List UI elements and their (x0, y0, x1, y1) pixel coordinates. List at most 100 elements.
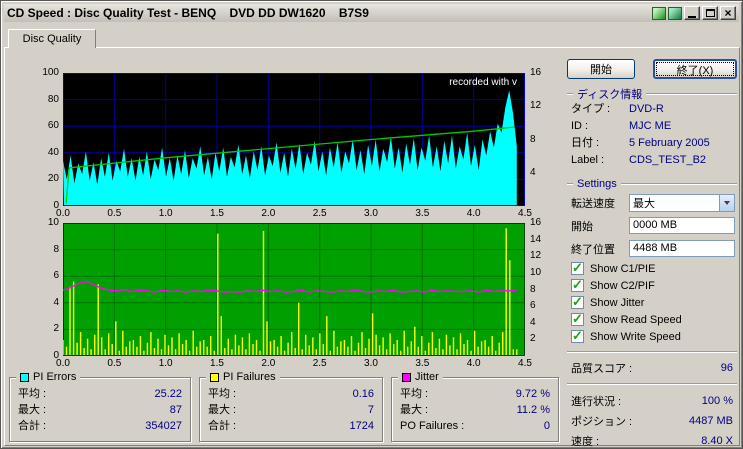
window-title: CD Speed : Disc Quality Test - BENQ DVD … (7, 6, 369, 20)
start-position-row: 開始 0000 MB (565, 214, 739, 237)
checkbox-icon: ✓ (571, 311, 584, 326)
check-icon: ✓ (572, 294, 583, 309)
row-value: 8.40 X (701, 435, 733, 447)
legend-jitter: Jitter 平均 : 9.72 % 最大 : PO Failures : 11.2 … (391, 371, 559, 442)
settings-header: Settings (565, 177, 739, 191)
start-button[interactable]: 開始 (567, 59, 635, 79)
row-label: PO Failures : (400, 420, 465, 432)
pie-chart-canvas: recorded with v (63, 73, 525, 206)
close-icon: × (724, 6, 732, 20)
row-value: 100 % (701, 395, 733, 407)
divider (567, 383, 737, 385)
legend-pi-failures: PI Failures 平均 : 0.16 最大 : 7 合計 : 1724 (199, 371, 383, 442)
divider (567, 351, 737, 353)
pif-jitter-chart-canvas (63, 223, 525, 356)
close-button[interactable]: × (720, 6, 736, 20)
exit-button[interactable]: 終了(X) (653, 59, 737, 79)
divider (620, 183, 737, 185)
row-label: 開始 (571, 220, 593, 233)
row-label: 品質スコア : (571, 363, 633, 375)
legend-row: 最大 : 7 (208, 403, 374, 419)
checkbox-label: Show Jitter (590, 296, 645, 309)
checkbox-show-read-speed[interactable]: ✓ Show Read Speed (565, 311, 739, 328)
row-value: 1724 (349, 420, 374, 432)
legend-row: 合計 : 1724 (208, 419, 374, 435)
row-value: 4487 MB (688, 415, 733, 427)
row-label: 最大 : (18, 404, 47, 416)
quality-score-value: 96 (720, 362, 733, 374)
legend-pi-failures-title: PI Failures (206, 371, 280, 383)
end-position-input[interactable]: 4488 MB (629, 240, 735, 257)
row-label: 進行状況 : (571, 396, 622, 408)
settings-header-label: Settings (577, 178, 617, 190)
row-label: 最大 : (400, 404, 429, 416)
speed-select[interactable]: 最大 (629, 193, 735, 212)
divider (567, 93, 573, 95)
pi-failures-swatch-icon (210, 372, 219, 382)
legend-title: PI Failures (223, 371, 276, 383)
row-label: 平均 : (400, 388, 429, 400)
row-label: 終了位置 (571, 243, 615, 256)
row-value: 25.22 (154, 388, 182, 400)
row-label: ポジション : (571, 416, 633, 428)
legend-row: 合計 : 354027 (18, 419, 182, 435)
row-value: 11.2 % (516, 404, 550, 416)
quality-score-row: 品質スコア : 96 (565, 359, 739, 377)
speed-row: 転送速度 最大 (565, 191, 739, 214)
legend-row: 平均 : 0.16 (208, 387, 374, 403)
svg-text:recorded with v: recorded with v (449, 77, 517, 88)
maximize-button[interactable] (702, 6, 718, 20)
disc-info-header: ディスク情報 (565, 87, 739, 101)
minimize-button[interactable] (684, 6, 700, 20)
row-value: 9.72 % (515, 388, 550, 400)
start-position-input[interactable]: 0000 MB (629, 217, 735, 234)
legend-row: 平均 : 9.72 % (400, 387, 550, 403)
checkbox-label: Show C1/PIE (590, 262, 656, 275)
row-label: 最大 : (208, 404, 237, 416)
row-value: DVD-R (629, 103, 664, 115)
cdspeed-logo-icon-2[interactable] (668, 6, 682, 20)
row-label: 平均 : (18, 388, 47, 400)
tab-label: Disc Quality (22, 33, 82, 45)
row-value: 0 (543, 420, 550, 432)
legend-row: 最大 : 87 (18, 403, 182, 419)
checkbox-show-c2pif[interactable]: ✓ Show C2/PIF (565, 277, 739, 294)
row-value: MJC ME (629, 120, 672, 132)
checkbox-label: Show Write Speed (590, 330, 681, 343)
check-icon: ✓ (572, 260, 583, 275)
row-label: Label : (571, 154, 605, 166)
combo-arrow-button[interactable] (719, 194, 734, 211)
row-value: 5 February 2005 (629, 137, 710, 149)
pi-errors-swatch-icon (20, 372, 29, 382)
position-row: ポジション : 4487 MB (565, 411, 739, 431)
row-label: ID : (571, 120, 589, 132)
pie-chart: recorded with v (63, 73, 525, 206)
checkbox-show-c1pie[interactable]: ✓ Show C1/PIE (565, 260, 739, 277)
checkbox-show-write-speed[interactable]: ✓ Show Write Speed (565, 328, 739, 345)
legend-jitter-title: Jitter (398, 371, 443, 383)
row-label: タイプ : (571, 103, 611, 115)
row-value: 354027 (145, 420, 182, 432)
row-value: 87 (169, 404, 182, 416)
legend-pi-errors: PI Errors 平均 : 25.22 最大 : 87 合計 : 354027 (9, 371, 191, 442)
row-label: 合計 : (18, 420, 47, 432)
check-icon: ✓ (572, 328, 583, 343)
tab-disc-quality[interactable]: Disc Quality (8, 29, 96, 48)
checkbox-label: Show Read Speed (590, 313, 682, 326)
progress-row: 進行状況 : 100 % (565, 391, 739, 411)
checkbox-label: Show C2/PIF (590, 279, 655, 292)
checkbox-show-jitter[interactable]: ✓ Show Jitter (565, 294, 739, 311)
row-label: 日付 : (571, 137, 600, 149)
title-bar[interactable]: CD Speed : Disc Quality Test - BENQ DVD … (4, 4, 739, 22)
disc-date-row: 日付 : 5 February 2005 (565, 135, 739, 152)
checkbox-icon: ✓ (571, 277, 584, 292)
divider (567, 183, 573, 185)
end-position-row: 終了位置 4488 MB (565, 237, 739, 260)
chevron-down-icon (724, 200, 730, 205)
checkbox-icon: ✓ (571, 294, 584, 309)
jitter-swatch-icon (402, 372, 411, 382)
cdspeed-logo-icon[interactable] (652, 6, 666, 20)
legend-row: PO Failures : 0 (400, 419, 550, 435)
minimize-icon (688, 15, 696, 18)
disc-id-row: ID : MJC ME (565, 118, 739, 135)
